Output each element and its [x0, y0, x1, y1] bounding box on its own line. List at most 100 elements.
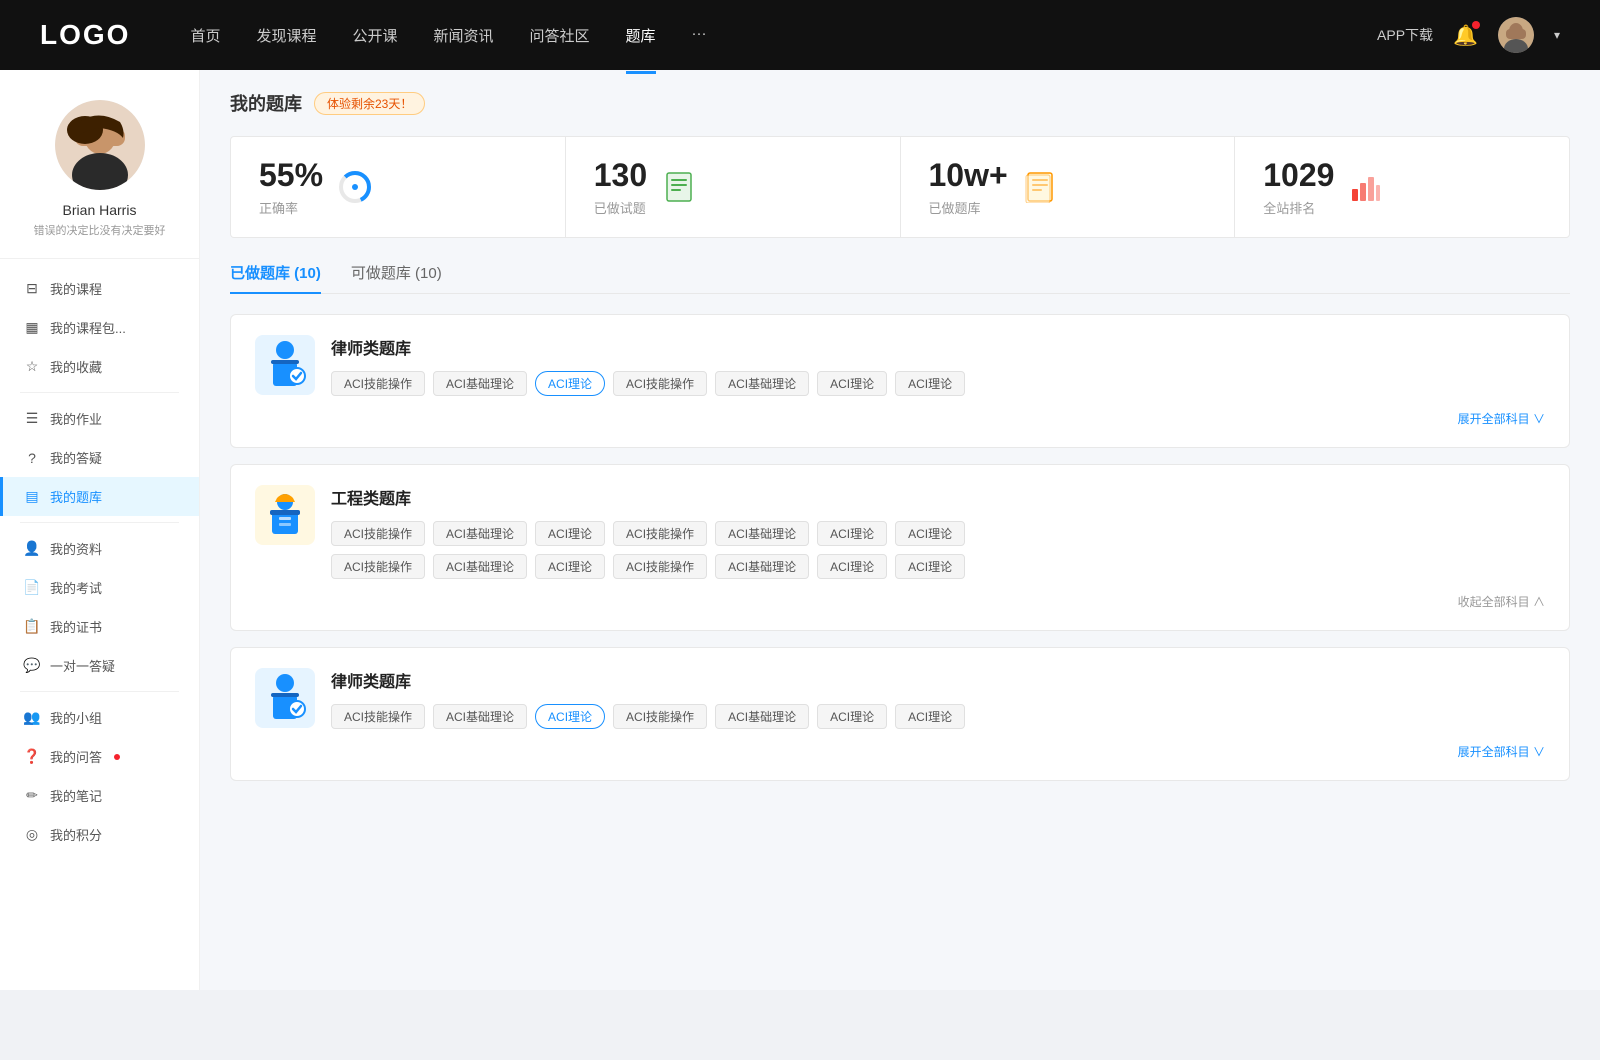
- bank-title-1: 律师类题库: [331, 335, 965, 359]
- stat-banks-text: 10w+ 已做题库: [929, 157, 1008, 217]
- sidebar-item-notes[interactable]: ✏ 我的笔记: [0, 776, 199, 815]
- profile-motto: 错误的决定比没有决定要好: [20, 222, 179, 238]
- header: LOGO 首页 发现课程 公开课 新闻资讯 问答社区 题库 ··· APP下载 …: [0, 0, 1600, 70]
- user-avatar-header[interactable]: [1498, 17, 1534, 53]
- profile-section: Brian Harris 错误的决定比没有决定要好: [0, 100, 199, 259]
- user-menu-chevron[interactable]: ▾: [1554, 28, 1560, 42]
- trial-badge: 体验剩余23天！: [314, 92, 425, 115]
- my-qa-icon: ❓: [24, 749, 40, 765]
- tags-row-2b: ACI技能操作 ACI基础理论 ACI理论 ACI技能操作 ACI基础理论 AC…: [331, 554, 1545, 579]
- tag-2-6[interactable]: ACI理论: [895, 521, 965, 546]
- nav-qa[interactable]: 问答社区: [530, 21, 590, 50]
- sidebar-item-my-qa[interactable]: ❓ 我的问答: [0, 737, 199, 776]
- tag-2b-1[interactable]: ACI基础理论: [433, 554, 527, 579]
- nav-discover[interactable]: 发现课程: [256, 21, 316, 50]
- sidebar-item-qa[interactable]: ? 我的答疑: [0, 438, 199, 477]
- stat-banks: 10w+ 已做题库: [901, 137, 1235, 237]
- qa-red-dot: [114, 754, 120, 760]
- points-icon: ◎: [24, 827, 40, 843]
- bank-card-engineer: 工程类题库 ACI技能操作 ACI基础理论 ACI理论 ACI技能操作 ACI基…: [230, 464, 1570, 631]
- bank-card-header-3: 律师类题库 ACI技能操作 ACI基础理论 ACI理论 ACI技能操作 ACI基…: [255, 668, 1545, 729]
- nav-qbank[interactable]: 题库: [626, 21, 656, 50]
- header-right: APP下载 🔔 ▾: [1377, 17, 1560, 53]
- notification-bell[interactable]: 🔔: [1453, 23, 1478, 48]
- bank-info-3: 律师类题库 ACI技能操作 ACI基础理论 ACI理论 ACI技能操作 ACI基…: [331, 668, 965, 729]
- tag-1-6[interactable]: ACI理论: [895, 371, 965, 396]
- bank-title-2: 工程类题库: [331, 485, 1545, 509]
- app-download-button[interactable]: APP下载: [1377, 25, 1433, 45]
- tag-1-1[interactable]: ACI基础理论: [433, 371, 527, 396]
- stat-rank-label: 全站排名: [1263, 198, 1334, 217]
- main-nav: 首页 发现课程 公开课 新闻资讯 问答社区 题库 ···: [190, 21, 1377, 50]
- expand-button-1[interactable]: 展开全部科目 ∨: [255, 410, 1545, 427]
- tab-available[interactable]: 可做题库 (10): [351, 262, 442, 293]
- tag-3-0[interactable]: ACI技能操作: [331, 704, 425, 729]
- bank-info-1: 律师类题库 ACI技能操作 ACI基础理论 ACI理论 ACI技能操作 ACI基…: [331, 335, 965, 396]
- sidebar-item-homework[interactable]: ☰ 我的作业: [0, 399, 199, 438]
- tag-2-4[interactable]: ACI基础理论: [715, 521, 809, 546]
- nav-more[interactable]: ···: [692, 21, 707, 50]
- layout: Brian Harris 错误的决定比没有决定要好 ⊟ 我的课程 ▦ 我的课程包…: [0, 70, 1600, 990]
- tag-2b-4[interactable]: ACI基础理论: [715, 554, 809, 579]
- questions-icon: [661, 169, 697, 205]
- exam-icon: 📄: [24, 580, 40, 596]
- sidebar-item-1on1[interactable]: 💬 一对一答疑: [0, 646, 199, 685]
- tag-2-5[interactable]: ACI理论: [817, 521, 887, 546]
- tag-3-6[interactable]: ACI理论: [895, 704, 965, 729]
- nav-news[interactable]: 新闻资讯: [434, 21, 494, 50]
- course-icon: ⊟: [24, 281, 40, 297]
- tag-1-5[interactable]: ACI理论: [817, 371, 887, 396]
- tag-3-1[interactable]: ACI基础理论: [433, 704, 527, 729]
- tag-3-4[interactable]: ACI基础理论: [715, 704, 809, 729]
- sidebar-item-points[interactable]: ◎ 我的积分: [0, 815, 199, 854]
- tag-1-3[interactable]: ACI技能操作: [613, 371, 707, 396]
- sidebar-item-course-pack[interactable]: ▦ 我的课程包...: [0, 308, 199, 347]
- star-icon: ☆: [24, 359, 40, 375]
- sidebar-item-favorites[interactable]: ☆ 我的收藏: [0, 347, 199, 386]
- tag-2b-0[interactable]: ACI技能操作: [331, 554, 425, 579]
- stats-row: 55% 正确率 130 已做试题: [230, 136, 1570, 238]
- tag-2-3[interactable]: ACI技能操作: [613, 521, 707, 546]
- sidebar-menu: ⊟ 我的课程 ▦ 我的课程包... ☆ 我的收藏 ☰ 我的作业 ? 我的答疑 ▤: [0, 259, 199, 864]
- sidebar-item-question-bank[interactable]: ▤ 我的题库: [0, 477, 199, 516]
- tag-3-5[interactable]: ACI理论: [817, 704, 887, 729]
- tag-3-2[interactable]: ACI理论: [535, 704, 605, 729]
- collapse-button-2[interactable]: 收起全部科目 ∧: [255, 593, 1545, 610]
- sidebar-item-groups[interactable]: 👥 我的小组: [0, 698, 199, 737]
- tag-1-4[interactable]: ACI基础理论: [715, 371, 809, 396]
- stat-questions-value: 130: [594, 157, 647, 194]
- sidebar-item-my-course[interactable]: ⊟ 我的课程: [0, 269, 199, 308]
- nav-home[interactable]: 首页: [190, 21, 220, 50]
- bank-title-3: 律师类题库: [331, 668, 965, 692]
- tag-2b-2[interactable]: ACI理论: [535, 554, 605, 579]
- tag-2-1[interactable]: ACI基础理论: [433, 521, 527, 546]
- stat-banks-value: 10w+: [929, 157, 1008, 194]
- nav-opencourse[interactable]: 公开课: [352, 21, 397, 50]
- sidebar-divider-3: [20, 691, 179, 692]
- rank-icon: [1348, 169, 1384, 205]
- tag-2-0[interactable]: ACI技能操作: [331, 521, 425, 546]
- tag-1-0[interactable]: ACI技能操作: [331, 371, 425, 396]
- bank-card-lawyer-1: 律师类题库 ACI技能操作 ACI基础理论 ACI理论 ACI技能操作 ACI基…: [230, 314, 1570, 448]
- tag-2-2[interactable]: ACI理论: [535, 521, 605, 546]
- tag-1-2[interactable]: ACI理论: [535, 371, 605, 396]
- tags-row-2a: ACI技能操作 ACI基础理论 ACI理论 ACI技能操作 ACI基础理论 AC…: [331, 521, 1545, 546]
- tag-3-3[interactable]: ACI技能操作: [613, 704, 707, 729]
- stat-rank-text: 1029 全站排名: [1263, 157, 1334, 217]
- tab-done[interactable]: 已做题库 (10): [230, 262, 321, 293]
- banks-icon: [1022, 169, 1058, 205]
- sidebar-item-certificate[interactable]: 📋 我的证书: [0, 607, 199, 646]
- 1on1-icon: 💬: [24, 658, 40, 674]
- tag-2b-6[interactable]: ACI理论: [895, 554, 965, 579]
- sidebar-item-exam[interactable]: 📄 我的考试: [0, 568, 199, 607]
- bank-card-lawyer-2: 律师类题库 ACI技能操作 ACI基础理论 ACI理论 ACI技能操作 ACI基…: [230, 647, 1570, 781]
- tag-2b-3[interactable]: ACI技能操作: [613, 554, 707, 579]
- tags-row-3: ACI技能操作 ACI基础理论 ACI理论 ACI技能操作 ACI基础理论 AC…: [331, 704, 965, 729]
- sidebar-item-materials[interactable]: 👤 我的资料: [0, 529, 199, 568]
- certificate-icon: 📋: [24, 619, 40, 635]
- profile-name: Brian Harris: [20, 202, 179, 218]
- sidebar: Brian Harris 错误的决定比没有决定要好 ⊟ 我的课程 ▦ 我的课程包…: [0, 70, 200, 990]
- expand-button-3[interactable]: 展开全部科目 ∨: [255, 743, 1545, 760]
- tag-2b-5[interactable]: ACI理论: [817, 554, 887, 579]
- bank-info-2: 工程类题库 ACI技能操作 ACI基础理论 ACI理论 ACI技能操作 ACI基…: [331, 485, 1545, 579]
